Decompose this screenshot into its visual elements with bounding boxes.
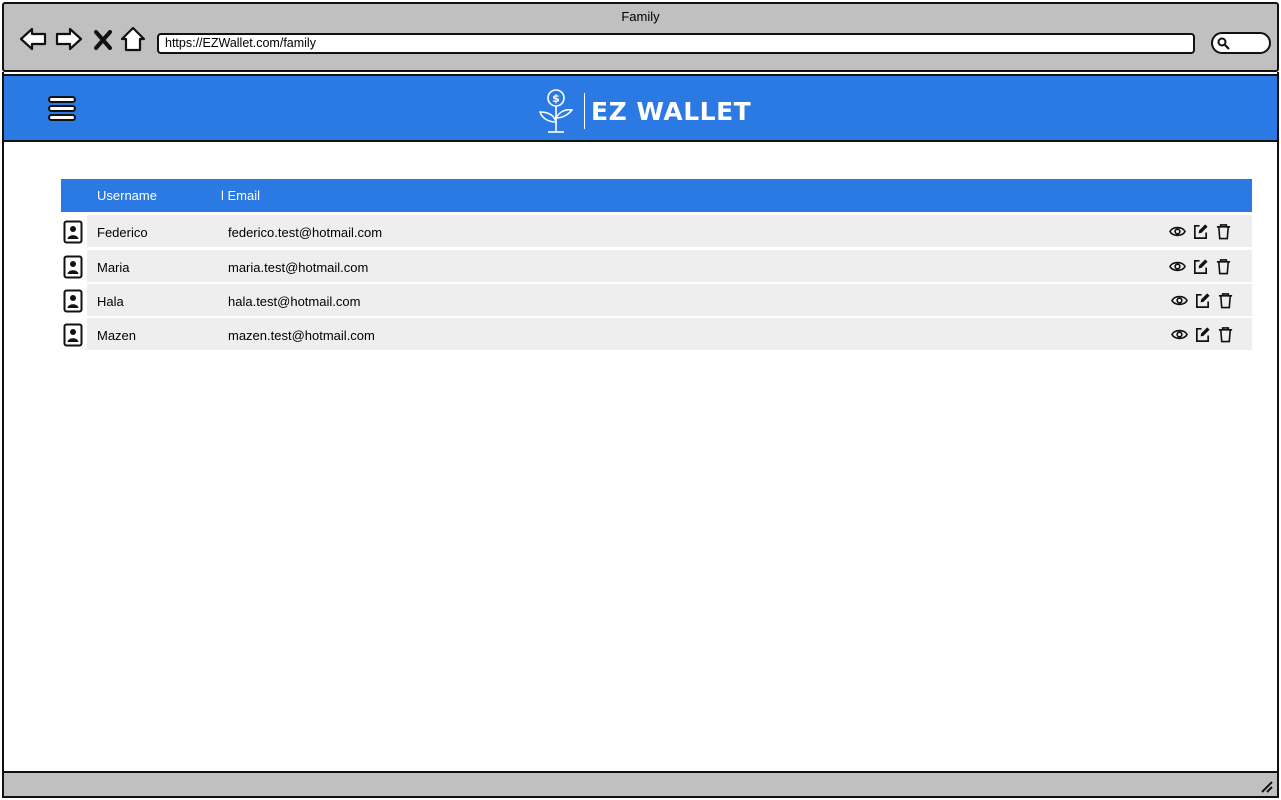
page-content — [2, 72, 1279, 772]
resize-grip-icon[interactable] — [1259, 779, 1273, 793]
app-header: $ EZ WALLET — [2, 74, 1279, 142]
home-icon[interactable] — [118, 24, 148, 54]
eye-icon[interactable] — [1169, 223, 1186, 240]
row-email: hala.test@hotmail.com — [228, 294, 361, 309]
row-username: Federico — [97, 225, 148, 240]
row-actions — [1169, 223, 1232, 240]
row-username: Hala — [97, 294, 124, 309]
trash-icon[interactable] — [1217, 292, 1234, 309]
browser-toolbar: Family https://EZWallet.com/family — [2, 2, 1279, 72]
user-avatar-icon — [63, 323, 83, 347]
url-bar[interactable]: https://EZWallet.com/family — [157, 33, 1195, 54]
edit-icon[interactable] — [1194, 292, 1211, 309]
brand-logo: $ EZ WALLET — [534, 88, 751, 134]
search-icon — [1217, 37, 1230, 50]
user-avatar-icon — [63, 255, 83, 279]
table-row[interactable]: Federico federico.test@hotmail.com — [61, 215, 1252, 247]
column-header-email: l Email — [221, 188, 261, 203]
row-email: federico.test@hotmail.com — [228, 225, 383, 240]
forward-arrow-icon[interactable] — [54, 24, 84, 54]
eye-icon[interactable] — [1171, 292, 1188, 309]
row-username: Maria — [97, 260, 130, 275]
trash-icon[interactable] — [1215, 223, 1232, 240]
browser-search-field[interactable] — [1211, 32, 1271, 54]
row-email: mazen.test@hotmail.com — [228, 328, 375, 343]
brand-name: EZ WALLET — [591, 96, 752, 126]
user-avatar-icon — [63, 220, 83, 244]
hamburger-menu-icon[interactable] — [48, 96, 80, 126]
trash-icon[interactable] — [1217, 326, 1234, 343]
edit-icon[interactable] — [1192, 223, 1209, 240]
trash-icon[interactable] — [1215, 258, 1232, 275]
logo-divider — [584, 93, 585, 129]
row-actions — [1169, 258, 1232, 275]
table-row[interactable]: Mazen mazen.test@hotmail.com — [61, 318, 1252, 350]
svg-text:$: $ — [552, 92, 560, 105]
back-arrow-icon[interactable] — [18, 24, 48, 54]
row-actions — [1171, 292, 1234, 309]
browser-status-bar — [2, 771, 1279, 798]
table-header: Username l Email — [61, 179, 1252, 212]
row-actions — [1171, 326, 1234, 343]
edit-icon[interactable] — [1192, 258, 1209, 275]
table-row[interactable]: Maria maria.test@hotmail.com — [61, 250, 1252, 282]
edit-icon[interactable] — [1194, 326, 1211, 343]
row-email: maria.test@hotmail.com — [228, 260, 369, 275]
eye-icon[interactable] — [1171, 326, 1188, 343]
close-x-icon[interactable] — [91, 24, 115, 54]
window-title: Family — [621, 9, 660, 24]
money-plant-icon: $ — [538, 89, 574, 133]
table-row[interactable]: Hala hala.test@hotmail.com — [61, 284, 1252, 316]
column-header-username: Username — [97, 188, 157, 203]
row-username: Mazen — [97, 328, 137, 343]
user-avatar-icon — [63, 289, 83, 313]
eye-icon[interactable] — [1169, 258, 1186, 275]
